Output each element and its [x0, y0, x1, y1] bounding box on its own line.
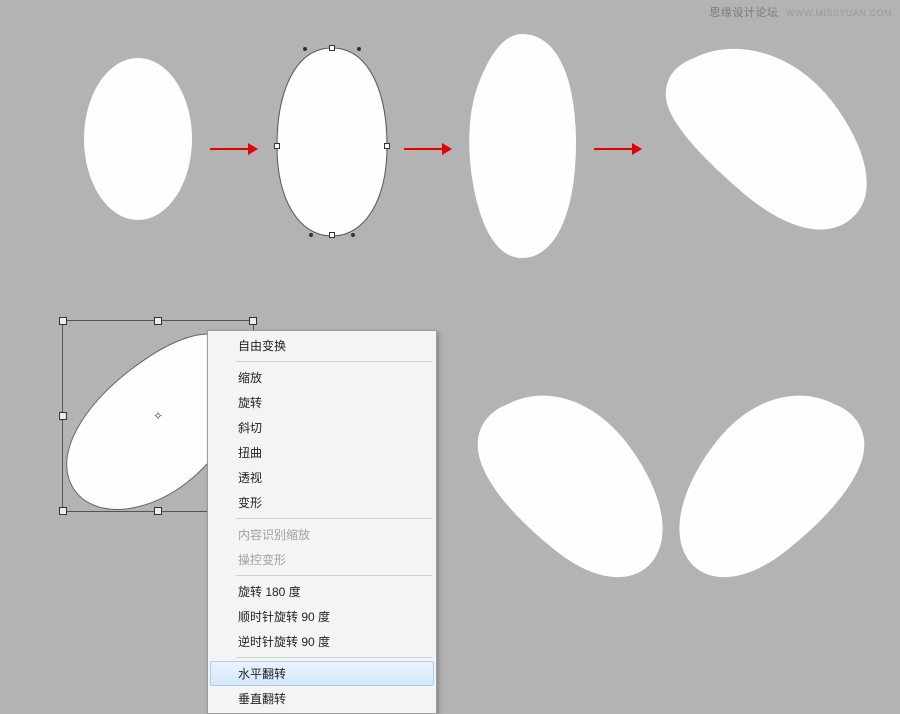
anchor-point[interactable] [329, 232, 335, 238]
arrow-icon [594, 142, 642, 156]
menu-rotate-cw-90[interactable]: 顺时针旋转 90 度 [210, 604, 434, 629]
transform-handle[interactable] [154, 317, 162, 325]
menu-warp[interactable]: 变形 [210, 490, 434, 515]
petal-left[interactable] [468, 386, 670, 586]
menu-scale[interactable]: 缩放 [210, 365, 434, 390]
menu-rotate-ccw-90[interactable]: 逆时针旋转 90 度 [210, 629, 434, 654]
canvas: 思缘设计论坛 WWW.MISSYUAN.COM [0, 0, 900, 705]
transform-handle[interactable] [59, 317, 67, 325]
menu-rotate[interactable]: 旋转 [210, 390, 434, 415]
transform-handle[interactable] [59, 507, 67, 515]
drop-shape[interactable] [466, 32, 578, 260]
bezier-handle[interactable] [357, 47, 361, 51]
transform-handle[interactable] [249, 317, 257, 325]
menu-distort[interactable]: 扭曲 [210, 440, 434, 465]
menu-puppet-warp: 操控变形 [210, 547, 434, 572]
menu-flip-vertical[interactable]: 垂直翻转 [210, 686, 434, 711]
menu-separator [236, 518, 432, 519]
menu-rotate-180[interactable]: 旋转 180 度 [210, 579, 434, 604]
menu-separator [236, 575, 432, 576]
menu-free-transform[interactable]: 自由变换 [210, 333, 434, 358]
menu-perspective[interactable]: 透视 [210, 465, 434, 490]
petal-right[interactable] [672, 386, 874, 586]
bezier-handle[interactable] [303, 47, 307, 51]
egg-path-shape[interactable] [273, 44, 391, 240]
arrow-icon [210, 142, 258, 156]
bezier-handle[interactable] [351, 233, 355, 237]
anchor-point[interactable] [384, 143, 390, 149]
arrow-icon [404, 142, 452, 156]
pivot-icon[interactable]: ✧ [152, 410, 164, 422]
menu-content-aware-scale: 内容识别缩放 [210, 522, 434, 547]
menu-flip-horizontal[interactable]: 水平翻转 [210, 661, 434, 686]
tilted-drop-shape[interactable] [654, 44, 874, 234]
transform-context-menu: 自由变换 缩放 旋转 斜切 扭曲 透视 变形 内容识别缩放 操控变形 旋转 18… [207, 330, 437, 714]
watermark-main: 思缘设计论坛 [709, 7, 778, 19]
anchor-point[interactable] [274, 143, 280, 149]
anchor-point[interactable] [329, 45, 335, 51]
transform-handle[interactable] [154, 507, 162, 515]
menu-skew[interactable]: 斜切 [210, 415, 434, 440]
menu-separator [236, 361, 432, 362]
watermark-sub: WWW.MISSYUAN.COM [786, 8, 892, 18]
ellipse-shape[interactable] [84, 58, 192, 220]
bezier-handle[interactable] [309, 233, 313, 237]
watermark: 思缘设计论坛 WWW.MISSYUAN.COM [709, 4, 892, 20]
menu-separator [236, 657, 432, 658]
transform-handle[interactable] [59, 412, 67, 420]
